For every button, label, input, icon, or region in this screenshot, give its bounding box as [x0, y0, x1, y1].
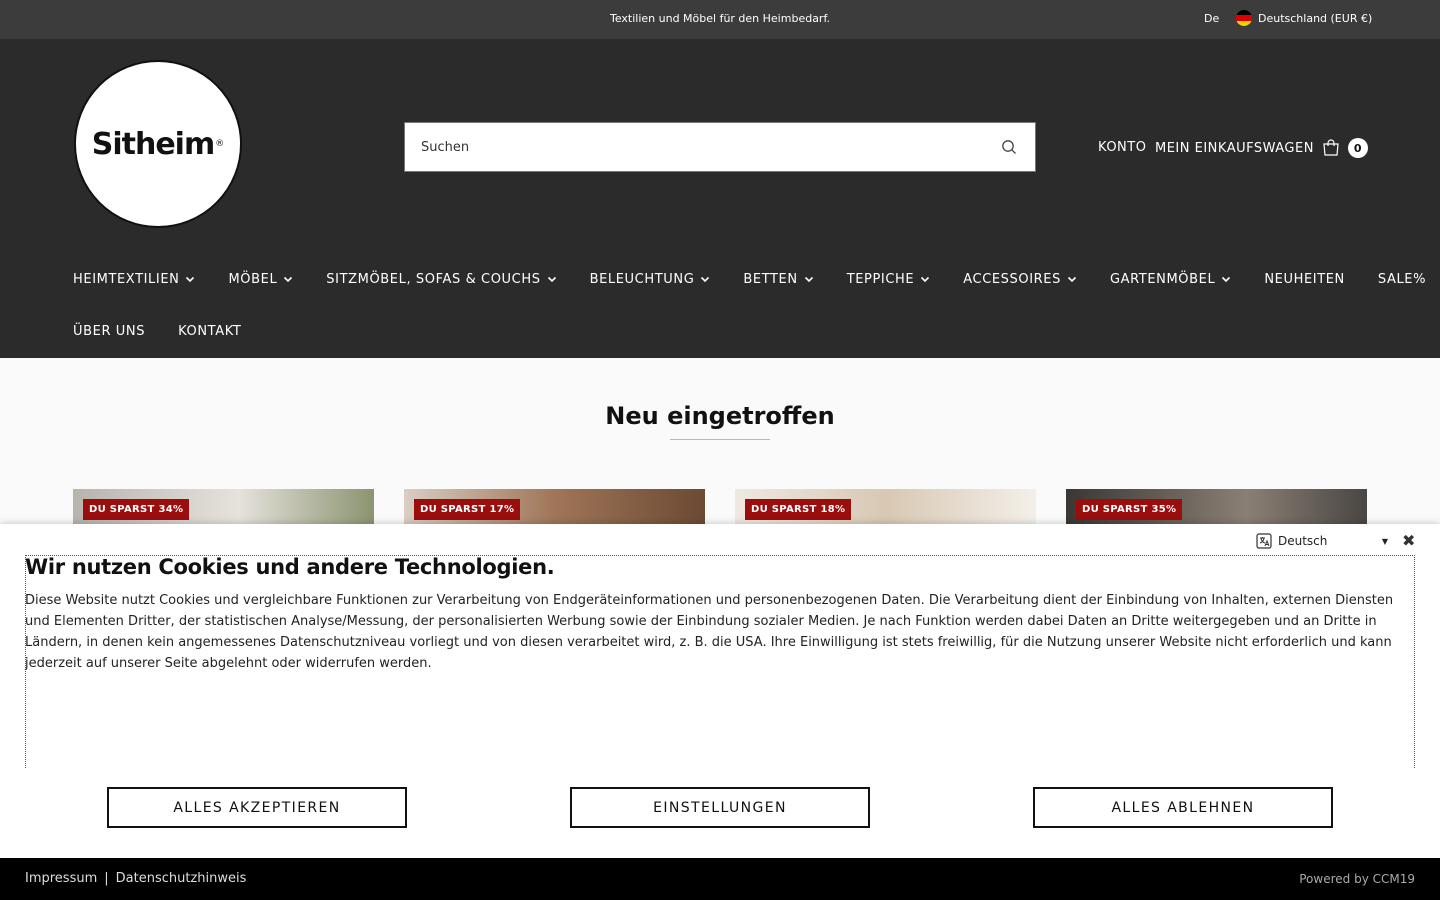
- nav-item[interactable]: TEPPICHE: [847, 272, 931, 287]
- chevron-down-icon: [547, 276, 556, 283]
- nav-item-label: BELEUCHTUNG: [589, 271, 695, 287]
- section-title: Neu eingetroffen: [605, 402, 835, 430]
- nav-item-label: MÖBEL: [228, 271, 278, 287]
- country-selector[interactable]: Deutschland (EUR €): [1236, 10, 1372, 26]
- discount-badge: DU SPARST 35%: [1076, 499, 1183, 520]
- nav-item-label: SITZMÖBEL, SOFAS & COUCHS: [326, 271, 541, 287]
- nav-item[interactable]: SITZMÖBEL, SOFAS & COUCHS: [326, 272, 556, 287]
- nav-item-label: NEUHEITEN: [1264, 271, 1345, 287]
- nav-row-2: ÜBER UNS KONTAKT: [73, 316, 1373, 346]
- footer-separator: |: [104, 871, 109, 886]
- nav-item-label: GARTENMÖBEL: [1109, 271, 1216, 287]
- search-icon[interactable]: [1001, 139, 1017, 155]
- cookie-footer: Impressum | Datenschutzhinweis Powered b…: [0, 858, 1440, 900]
- nav-row-1: HEIMTEXTILIEN MÖBEL SITZMÖBEL, SOFAS & COU…: [73, 264, 1425, 294]
- nav-item[interactable]: ACCESSOIRES: [963, 272, 1077, 287]
- privacy-link[interactable]: Datenschutzhinweis: [116, 871, 247, 886]
- chevron-down-icon: [701, 276, 710, 283]
- cookie-title: Wir nutzen Cookies und andere Technologi…: [25, 555, 555, 579]
- product-card[interactable]: DU SPARST 35%: [1066, 489, 1367, 529]
- chevron-down-icon: [1222, 276, 1231, 283]
- cart-label: MEIN EINKAUFSWAGEN: [1155, 140, 1314, 156]
- site-logo[interactable]: Sitheim ®: [74, 60, 242, 228]
- discount-badge: DU SPARST 18%: [745, 499, 852, 520]
- nav-item[interactable]: HEIMTEXTILIEN: [73, 272, 195, 287]
- cookie-banner: Deutsch ▼ ✖ Wir nutzen Cookies und ander…: [0, 524, 1440, 858]
- translate-icon: [1256, 533, 1272, 549]
- language-selector[interactable]: De: [1204, 12, 1219, 25]
- reject-all-button[interactable]: ALLES ABLEHNEN: [1033, 787, 1333, 828]
- cookie-language-label: Deutsch: [1278, 534, 1328, 548]
- product-card[interactable]: DU SPARST 34%: [73, 489, 374, 529]
- chevron-down-icon: [921, 276, 930, 283]
- product-card[interactable]: DU SPARST 18%: [735, 489, 1036, 529]
- accept-all-button[interactable]: ALLES AKZEPTIEREN: [107, 787, 407, 828]
- search-input[interactable]: [405, 123, 985, 171]
- search-bar: [404, 122, 1036, 172]
- settings-button[interactable]: EINSTELLUNGEN: [570, 787, 870, 828]
- nav-item[interactable]: KONTAKT: [178, 324, 241, 339]
- tagline: Textilien und Möbel für den Heimbedarf.: [609, 12, 831, 25]
- nav-item-label: ACCESSOIRES: [963, 271, 1061, 287]
- nav-item[interactable]: BETTEN: [743, 272, 813, 287]
- announcement-bar: Textilien und Möbel für den Heimbedarf. …: [0, 0, 1440, 39]
- nav-item[interactable]: ÜBER UNS: [73, 324, 145, 339]
- powered-by-link[interactable]: Powered by CCM19: [1299, 872, 1415, 886]
- nav-item-label: BETTEN: [743, 271, 798, 287]
- main-navigation: HEIMTEXTILIEN MÖBEL SITZMÖBEL, SOFAS & COU…: [73, 264, 1425, 346]
- nav-item[interactable]: BELEUCHTUNG: [590, 272, 711, 287]
- cookie-language-select[interactable]: Deutsch ▼: [1256, 532, 1388, 550]
- cart-link[interactable]: MEIN EINKAUFSWAGEN 0: [1155, 138, 1368, 158]
- nav-item-label: ÜBER UNS: [73, 323, 146, 339]
- cart-count-badge: 0: [1347, 138, 1368, 158]
- product-card[interactable]: DU SPARST 17%: [404, 489, 705, 529]
- chevron-down-icon: [186, 276, 195, 283]
- account-link[interactable]: KONTO: [1098, 140, 1146, 155]
- dropdown-caret-icon: ▼: [1381, 536, 1388, 546]
- germany-flag-icon: [1236, 10, 1252, 26]
- shopping-bag-icon: [1323, 139, 1339, 156]
- chevron-down-icon: [284, 276, 293, 283]
- chevron-down-icon: [1067, 276, 1077, 283]
- country-label: Deutschland (EUR €): [1258, 11, 1373, 25]
- nav-item-label: KONTAKT: [178, 323, 242, 339]
- title-underline: [670, 439, 770, 440]
- discount-badge: DU SPARST 17%: [414, 499, 521, 520]
- impressum-link[interactable]: Impressum: [25, 871, 97, 886]
- logo-registered-mark: ®: [215, 139, 225, 149]
- nav-item-label: SALE%: [1377, 271, 1427, 287]
- close-icon[interactable]: ✖: [1402, 531, 1415, 550]
- discount-badge: DU SPARST 34%: [83, 499, 190, 520]
- chevron-down-icon: [804, 276, 813, 283]
- nav-item[interactable]: MÖBEL: [228, 272, 293, 287]
- cookie-text: Diese Website nutzt Cookies und vergleic…: [25, 593, 1394, 671]
- logo-text: Sitheim: [91, 126, 215, 162]
- nav-item[interactable]: GARTENMÖBEL: [1110, 272, 1231, 287]
- site-header: Sitheim® KONTO MEIN EINKAUFSWAGEN 0 HEIM…: [0, 39, 1440, 358]
- nav-item-label: HEIMTEXTILIEN: [73, 271, 180, 287]
- nav-item-label: TEPPICHE: [846, 271, 915, 287]
- nav-item[interactable]: NEUHEITEN: [1264, 272, 1345, 287]
- nav-item[interactable]: SALE%: [1378, 272, 1426, 287]
